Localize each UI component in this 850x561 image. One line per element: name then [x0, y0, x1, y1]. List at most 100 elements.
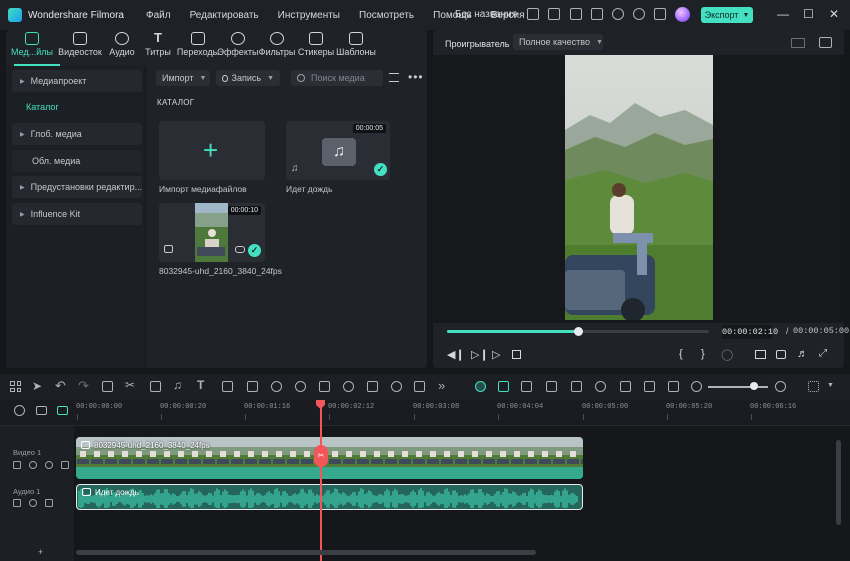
split-icon[interactable] — [546, 381, 557, 392]
mask-icon[interactable] — [391, 381, 402, 392]
tab-filters[interactable]: Фильтры — [255, 32, 299, 57]
menu-view[interactable]: Посмотреть — [359, 10, 414, 21]
tab-media[interactable]: Мед...йлы — [10, 32, 54, 57]
tab-effects[interactable]: Эффекты — [216, 32, 260, 57]
audio-edit-icon[interactable]: ♫ — [173, 378, 182, 392]
marker-icon[interactable] — [521, 381, 532, 392]
audio-clip[interactable]: Идет дождь — [76, 484, 583, 510]
screen-record-icon[interactable] — [548, 8, 560, 20]
zoom-slider[interactable] — [708, 386, 768, 388]
mark-out-icon[interactable]: } — [701, 348, 705, 360]
menu-edit[interactable]: Редактировать — [190, 10, 259, 21]
translate-icon[interactable] — [414, 381, 425, 392]
track-edit-icon[interactable] — [61, 461, 69, 469]
keyframe-icon[interactable] — [222, 381, 233, 392]
progress-knob[interactable] — [574, 327, 583, 336]
layout-icon[interactable] — [570, 8, 582, 20]
mark-in-icon[interactable]: { — [679, 348, 683, 360]
filter-sort-icon[interactable] — [389, 73, 399, 82]
track-edit-icon[interactable] — [45, 499, 53, 507]
apps-grid-icon[interactable] — [654, 8, 666, 20]
display-icon[interactable] — [755, 350, 766, 359]
snap-icon[interactable] — [498, 381, 509, 392]
more-options-icon[interactable]: ••• — [408, 70, 424, 84]
mute-icon[interactable] — [29, 461, 37, 469]
lock-icon[interactable] — [13, 461, 21, 469]
play-button-icon[interactable]: ▷ — [492, 348, 500, 361]
stabilize-icon[interactable] — [295, 381, 306, 392]
sidebar-item-influence-kit[interactable]: ▶ Influence Kit — [12, 203, 142, 225]
ai-audio-icon[interactable] — [644, 381, 655, 392]
cloud-upload-icon[interactable] — [612, 8, 624, 20]
tab-stickers[interactable]: Стикеры — [294, 32, 338, 57]
tab-transitions[interactable]: Переходы — [176, 32, 220, 57]
undo-icon[interactable]: ↶ — [55, 378, 66, 394]
track-height-icon[interactable] — [57, 406, 68, 415]
record-dropdown[interactable]: Запись ▼ — [216, 70, 280, 86]
send-feedback-icon[interactable] — [527, 8, 539, 20]
tab-templates[interactable]: Шаблоны — [334, 32, 378, 57]
add-track-plus-icon[interactable]: + — [38, 547, 43, 557]
user-avatar[interactable] — [675, 7, 690, 22]
layout-grid-icon[interactable] — [10, 381, 21, 392]
shield-icon[interactable] — [571, 381, 582, 392]
quality-dropdown[interactable]: Полное качество ▼ — [513, 34, 603, 50]
audio-media-card[interactable]: ♫ 00:00:05 ♫ ✓ — [286, 121, 390, 180]
playhead-line[interactable] — [320, 402, 322, 561]
stop-icon[interactable] — [512, 350, 521, 359]
video-media-card[interactable]: 00:00:10 ✓ — [159, 203, 265, 262]
render-preview-toggle-icon[interactable] — [475, 381, 486, 392]
timeline-ruler[interactable]: 00:00:00:00 00:00:00:20 00:00:01:16 00:0… — [0, 400, 850, 426]
timer-icon[interactable] — [343, 381, 354, 392]
delete-icon[interactable] — [102, 381, 113, 392]
render-preview-icon[interactable]: ◯ — [721, 348, 733, 361]
vertical-scrollbar[interactable] — [836, 440, 841, 525]
lock-icon[interactable] — [13, 499, 21, 507]
track-manage-icon[interactable] — [668, 381, 679, 392]
playback-progress-bar[interactable] — [447, 327, 709, 336]
horizontal-scrollbar[interactable] — [76, 550, 536, 555]
more-tools-icon[interactable]: » — [438, 378, 445, 393]
redo-icon[interactable]: ↷ — [78, 378, 89, 394]
play-icon[interactable]: ▷❙ — [471, 348, 489, 361]
cut-scissors-icon[interactable]: ✂ — [125, 378, 135, 392]
camera-snapshot-icon[interactable] — [776, 350, 786, 359]
compare-view-icon[interactable] — [791, 38, 805, 48]
mute-icon[interactable] — [29, 499, 37, 507]
close-icon[interactable]: ✕ — [829, 7, 839, 21]
auto-reframe-icon[interactable] — [319, 381, 330, 392]
project-name[interactable]: Без названия — [455, 9, 517, 20]
add-track-icon[interactable] — [36, 406, 47, 415]
snapshot-image-icon[interactable] — [819, 37, 832, 48]
zoom-slider-knob[interactable] — [750, 382, 758, 390]
preview-viewer[interactable] — [433, 55, 844, 323]
select-pointer-icon[interactable]: ➤ — [32, 379, 42, 393]
chevron-down-icon[interactable]: ▼ — [827, 382, 834, 389]
sidebar-item-project-media[interactable]: ▶ Медиапроект — [12, 70, 142, 92]
save-icon[interactable] — [591, 8, 603, 20]
tab-stock-video[interactable]: Видеосток — [58, 32, 102, 57]
fullscreen-icon[interactable]: ⤢ — [819, 348, 827, 359]
timeline-settings-icon[interactable] — [808, 381, 819, 392]
text-tool-icon[interactable]: T — [197, 378, 204, 392]
menu-file[interactable]: Файл — [146, 10, 171, 21]
video-clip[interactable]: 8032945-uhd_2160_3840_24fps — [76, 437, 583, 479]
zoom-out-icon[interactable] — [691, 381, 702, 392]
sidebar-item-cloud-media[interactable]: Обл. медиа — [12, 150, 142, 172]
maximize-icon[interactable]: ☐ — [803, 7, 814, 21]
export-button[interactable]: Экспорт ▼ — [701, 7, 753, 23]
import-media-card[interactable]: + — [159, 121, 265, 180]
sidebar-item-edit-presets[interactable]: ▶ Предустановки редактир... — [12, 176, 142, 198]
sidebar-item-global-media[interactable]: ▶ Глоб. медиа — [12, 123, 142, 145]
speed-icon[interactable] — [247, 381, 258, 392]
voiceover-icon[interactable] — [620, 381, 631, 392]
minimize-icon[interactable]: — — [777, 7, 789, 21]
sidebar-item-catalog[interactable]: Каталог — [12, 96, 142, 118]
tab-titles[interactable]: T Титры — [136, 31, 180, 57]
color-icon[interactable] — [271, 381, 282, 392]
crop-icon[interactable] — [150, 381, 161, 392]
volume-icon[interactable]: ♬ — [797, 348, 808, 360]
menu-tools[interactable]: Инструменты — [278, 10, 340, 21]
zoom-in-icon[interactable] — [775, 381, 786, 392]
current-time[interactable]: 00:00:02:10 — [722, 325, 778, 339]
